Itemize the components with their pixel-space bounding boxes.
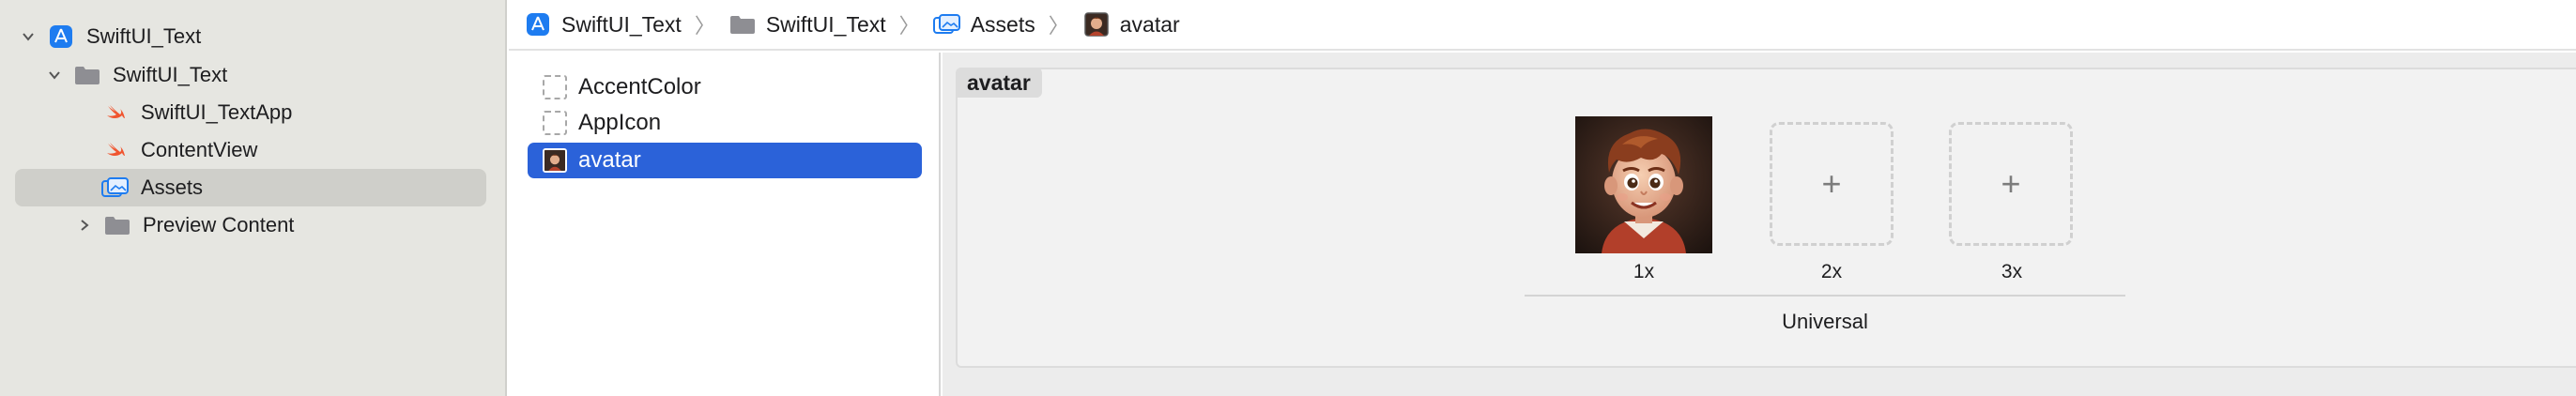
breadcrumb-project[interactable]: SwiftUI_Text <box>524 11 682 38</box>
folder-icon <box>103 212 131 238</box>
asset-item-appicon[interactable]: AppIcon <box>528 105 922 141</box>
chevron-down-icon[interactable] <box>41 62 68 88</box>
image-set-icon <box>543 148 567 173</box>
breadcrumb-separator: 〉 <box>694 14 715 38</box>
asset-item-label: AppIcon <box>578 110 662 135</box>
asset-item-label: AccentColor <box>578 74 701 99</box>
nav-item-label: Preview Content <box>143 213 295 236</box>
chevron-right-icon[interactable] <box>71 212 98 238</box>
nav-item-swiftui-textapp[interactable]: SwiftUI_TextApp <box>15 94 486 131</box>
scale-label-2x: 2x <box>1820 261 1843 282</box>
nav-item-label: ContentView <box>141 138 258 161</box>
breadcrumb-label: SwiftUI_Text <box>765 11 886 37</box>
scale-label-3x: 3x <box>2001 261 2023 282</box>
nav-item-label: SwiftUI_Text <box>86 24 202 48</box>
asset-item-accentcolor[interactable]: AccentColor <box>528 69 922 105</box>
breadcrumb-label: Assets <box>970 11 1035 37</box>
asset-list: AccentColor AppIcon avatar <box>509 53 941 396</box>
asset-item-avatar[interactable]: avatar <box>528 143 922 178</box>
image-slot-3x[interactable]: + <box>1949 122 2073 246</box>
nav-item-label: SwiftUI_Text <box>113 63 228 86</box>
breadcrumb-separator: 〉 <box>898 14 920 38</box>
breadcrumb-label: avatar <box>1119 11 1180 37</box>
app-icon-set-icon <box>543 111 567 135</box>
image-set-icon <box>1082 11 1111 38</box>
nav-item-group-folder[interactable]: SwiftUI_Text <box>15 56 486 94</box>
asset-editor: avatar 1x + 2x + 3x Universal <box>943 53 2576 396</box>
asset-catalog-icon <box>932 11 961 38</box>
nav-item-label: SwiftUI_TextApp <box>141 100 293 124</box>
nav-item-contentview[interactable]: ContentView <box>15 131 486 169</box>
add-image-icon: + <box>2001 164 2021 203</box>
app-project-icon <box>47 23 75 50</box>
avatar-image <box>1575 116 1712 253</box>
nav-item-label: Assets <box>141 175 204 199</box>
breadcrumb-assets[interactable]: Assets <box>932 11 1035 38</box>
app-project-icon <box>524 11 552 38</box>
idiom-label: Universal <box>1782 310 1868 333</box>
scale-label-1x: 1x <box>1633 261 1655 282</box>
folder-icon <box>73 62 101 88</box>
chevron-down-icon[interactable] <box>15 23 41 50</box>
swift-file-icon <box>101 99 130 126</box>
breadcrumb-separator: 〉 <box>1048 14 1069 38</box>
image-set-name[interactable]: avatar <box>956 68 1042 98</box>
swift-file-icon <box>101 137 130 163</box>
idiom-divider <box>1525 295 2125 297</box>
project-navigator: SwiftUI_Text SwiftUI_Text SwiftUI_TextAp… <box>0 0 507 396</box>
asset-item-label: avatar <box>578 147 641 173</box>
folder-icon <box>728 11 757 38</box>
nav-item-preview-content[interactable]: Preview Content <box>15 206 486 244</box>
color-set-icon <box>543 75 567 99</box>
image-set-panel: avatar 1x + 2x + 3x Universal <box>956 68 2576 368</box>
breadcrumb-label: SwiftUI_Text <box>561 11 682 37</box>
asset-catalog-icon <box>101 175 130 201</box>
breadcrumb-group[interactable]: SwiftUI_Text <box>728 11 886 38</box>
add-image-icon: + <box>1821 164 1842 203</box>
image-slot-1x[interactable] <box>1575 116 1712 253</box>
breadcrumb-avatar[interactable]: avatar <box>1082 11 1180 38</box>
jump-bar: SwiftUI_Text 〉 SwiftUI_Text 〉 Assets 〉 a… <box>509 0 2576 51</box>
image-slot-2x[interactable]: + <box>1770 122 1894 246</box>
nav-item-assets[interactable]: Assets <box>15 169 486 206</box>
nav-item-project[interactable]: SwiftUI_Text <box>15 18 486 55</box>
